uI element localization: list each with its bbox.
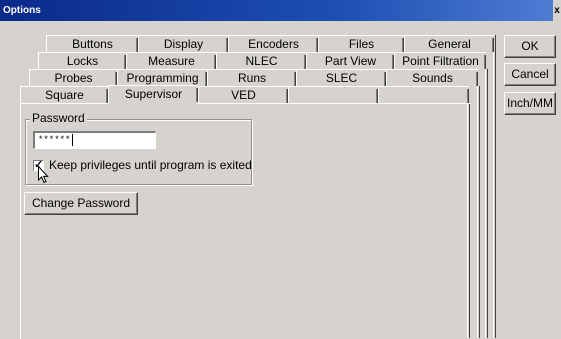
tab-probes[interactable]: Probes xyxy=(29,69,117,86)
tab-square[interactable]: Square xyxy=(20,86,108,103)
window-title: Options xyxy=(3,5,41,16)
change-password-button[interactable]: Change Password xyxy=(24,192,138,215)
tab-blank-1 xyxy=(288,86,378,103)
password-group-label: Password xyxy=(30,111,87,125)
tab-ved[interactable]: VED xyxy=(198,86,288,103)
text-caret xyxy=(72,133,74,146)
ok-button[interactable]: OK xyxy=(504,35,556,58)
title-bar: Options x xyxy=(0,0,561,21)
tab-point-filtration[interactable]: Point Filtration xyxy=(394,52,486,69)
inch-mm-button[interactable]: Inch/MM xyxy=(504,92,556,115)
keep-privileges-label[interactable]: Keep privileges until program is exited xyxy=(49,158,252,172)
password-input[interactable]: ****** xyxy=(33,131,156,149)
tab-encoders[interactable]: Encoders xyxy=(228,35,318,52)
password-group xyxy=(25,119,252,185)
cancel-button[interactable]: Cancel xyxy=(504,63,556,86)
tab-nlec[interactable]: NLEC xyxy=(216,52,306,69)
password-value: ****** xyxy=(38,135,71,145)
tab-programming[interactable]: Programming xyxy=(117,69,207,86)
tab-supervisor[interactable]: Supervisor xyxy=(108,85,198,104)
tab-general[interactable]: General xyxy=(404,35,494,52)
tab-slec[interactable]: SLEC xyxy=(296,69,386,86)
tab-runs[interactable]: Runs xyxy=(207,69,296,86)
tab-page-edge xyxy=(477,86,478,338)
tab-page-edge xyxy=(493,52,494,338)
tab-buttons[interactable]: Buttons xyxy=(46,35,138,52)
tab-page-edge xyxy=(479,86,480,338)
mouse-cursor-icon xyxy=(38,166,49,184)
tab-measure[interactable]: Measure xyxy=(126,52,216,69)
tab-blank-2 xyxy=(378,86,469,103)
tab-display[interactable]: Display xyxy=(138,35,228,52)
tab-page-edge xyxy=(485,69,486,338)
tab-part-view[interactable]: Part View xyxy=(306,52,394,69)
tab-page-edge xyxy=(487,69,488,338)
close-icon[interactable]: x xyxy=(553,0,561,21)
tab-page-edge xyxy=(495,35,496,338)
tab-locks[interactable]: Locks xyxy=(38,52,126,69)
tab-files[interactable]: Files xyxy=(318,35,404,52)
tab-sounds[interactable]: Sounds xyxy=(386,69,478,86)
